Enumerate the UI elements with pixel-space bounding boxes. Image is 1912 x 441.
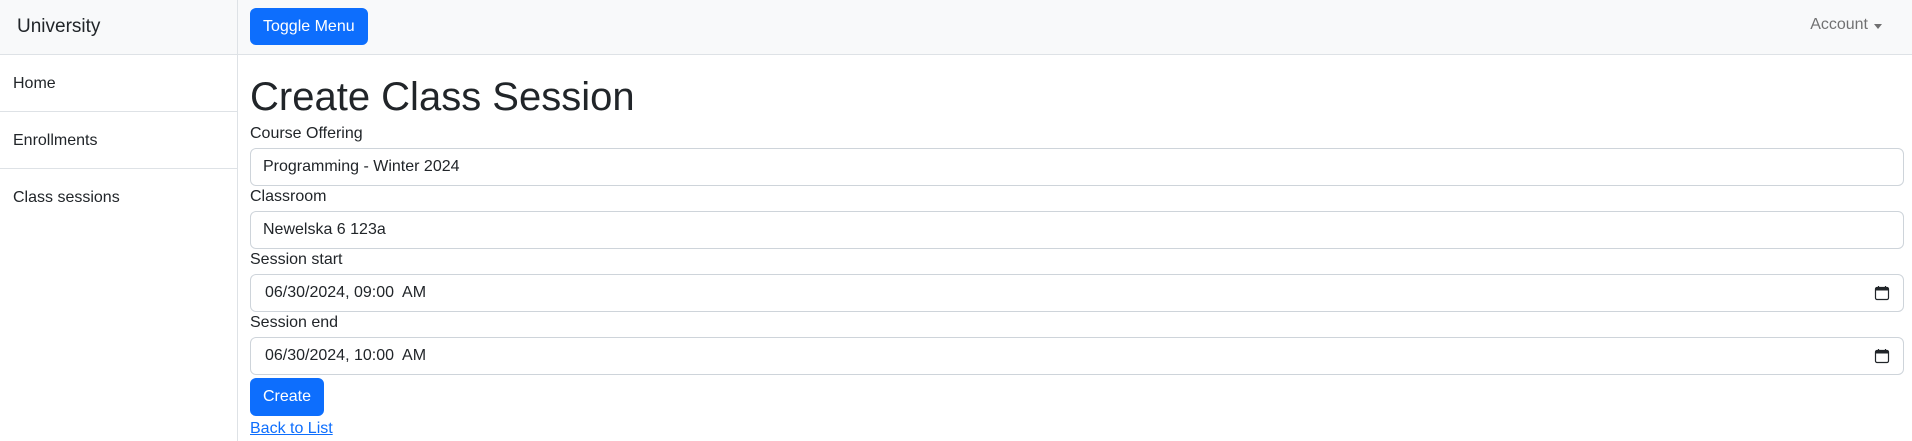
sidebar: University Home Enrollments Class sessio… [0, 0, 238, 441]
caret-down-icon [1874, 23, 1882, 29]
session-end-value: 06/30/2024, 10:00 AM [265, 347, 427, 364]
session-start-input[interactable]: 06/30/2024, 09:00 AM [250, 274, 1904, 312]
classroom-label: Classroom [250, 188, 327, 205]
session-end-input[interactable]: 06/30/2024, 10:00 AM [250, 337, 1904, 375]
calendar-icon[interactable] [1874, 348, 1890, 364]
sidebar-item-enrollments[interactable]: Enrollments [0, 112, 237, 169]
session-start-label: Session start [250, 251, 343, 268]
course-offering-value: Programming - Winter 2024 [263, 158, 460, 175]
calendar-icon[interactable] [1874, 285, 1890, 301]
toggle-menu-button[interactable]: Toggle Menu [250, 8, 368, 45]
session-end-label: Session end [250, 314, 339, 331]
sidebar-item-home[interactable]: Home [0, 55, 237, 112]
main-content: Create Class Session Course Offering Pro… [250, 55, 1904, 438]
sidebar-item-class-sessions[interactable]: Class sessions [0, 169, 237, 226]
classroom-select[interactable]: Newelska 6 123a [250, 211, 1904, 249]
page-title: Create Class Session [250, 75, 635, 119]
back-to-list-link[interactable]: Back to List [250, 420, 333, 438]
course-offering-select[interactable]: Programming - Winter 2024 [250, 148, 1904, 186]
classroom-value: Newelska 6 123a [263, 221, 386, 238]
create-button[interactable]: Create [250, 378, 325, 416]
course-offering-label: Course Offering [250, 125, 363, 142]
account-label: Account [1810, 16, 1868, 33]
session-start-value: 06/30/2024, 09:00 AM [265, 284, 427, 301]
top-navbar: Toggle Menu Account [238, 0, 1912, 55]
account-dropdown[interactable]: Account [1810, 16, 1882, 34]
sidebar-heading: University [0, 0, 237, 55]
